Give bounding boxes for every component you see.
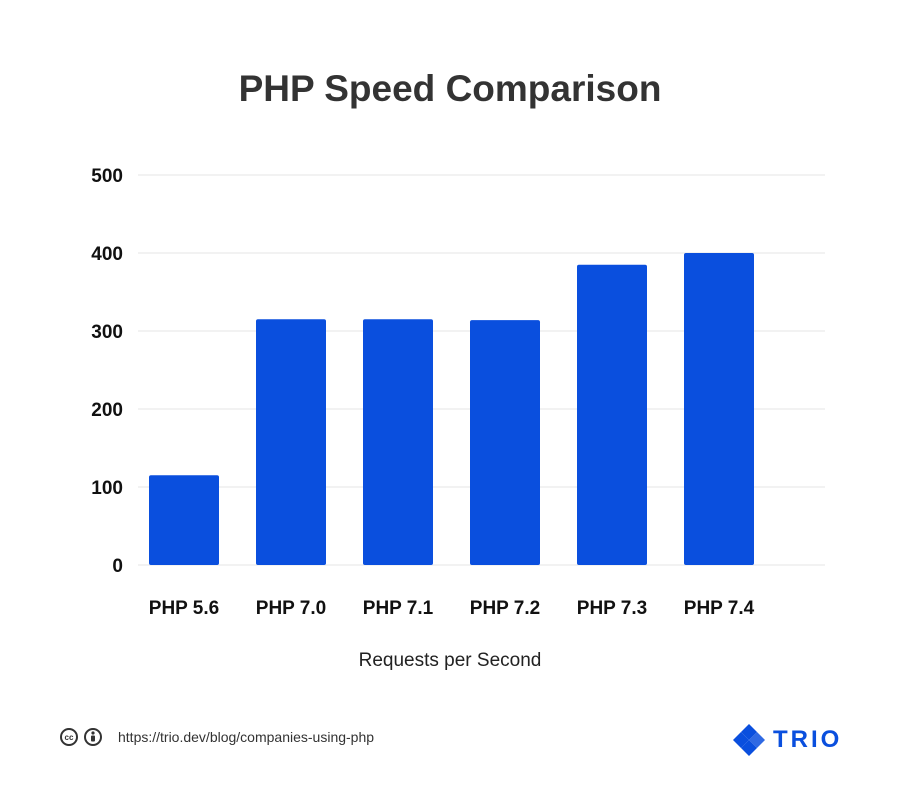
y-axis-ticks: 0 100 200 300 400 500: [91, 166, 123, 577]
source-url[interactable]: https://trio.dev/blog/companies-using-ph…: [118, 729, 374, 745]
attribution-icon: [84, 728, 102, 746]
x-tick-label: PHP 7.3: [577, 598, 647, 619]
x-axis-label: Requests per Second: [358, 650, 542, 671]
x-tick-label: PHP 7.4: [684, 598, 755, 619]
brand-name: TRIO: [773, 726, 843, 753]
bar-chart: 0100200300400500 PHP 5.6 PHP 7.0 PHP 7.1 PH…: [91, 166, 825, 619]
x-tick-label: PHP 7.1: [363, 598, 434, 619]
x-tick-label: PHP 5.6: [149, 598, 219, 619]
x-axis-ticks: PHP 5.6 PHP 7.0 PHP 7.1 PHP 7.2 PHP 7.3 PHP 7…: [149, 598, 755, 619]
bar-php-7-4: [684, 253, 754, 565]
bar-php-7-0: [256, 319, 326, 565]
trio-logo-icon: [733, 724, 765, 756]
y-tick-label: 500: [91, 166, 123, 187]
bar-php-7-1: [363, 319, 433, 565]
x-tick-label: PHP 7.2: [470, 598, 540, 619]
y-tick-label: 400: [91, 244, 123, 265]
footer-source: cc https://trio.dev/blog/companies-using…: [60, 728, 374, 746]
y-tick-label: 0: [112, 556, 123, 577]
bar-php-5-6: [149, 475, 219, 565]
brand-logo: TRIO: [733, 724, 842, 756]
bar-php-7-3: [577, 264, 647, 565]
y-tick-label: 100: [91, 478, 123, 499]
x-tick-label: PHP 7.0: [256, 598, 326, 619]
y-tick-label: 200: [91, 400, 123, 421]
bar-php-7-2: [470, 320, 540, 565]
y-tick-label: 300: [91, 322, 123, 343]
creative-commons-icon: cc: [60, 728, 78, 746]
